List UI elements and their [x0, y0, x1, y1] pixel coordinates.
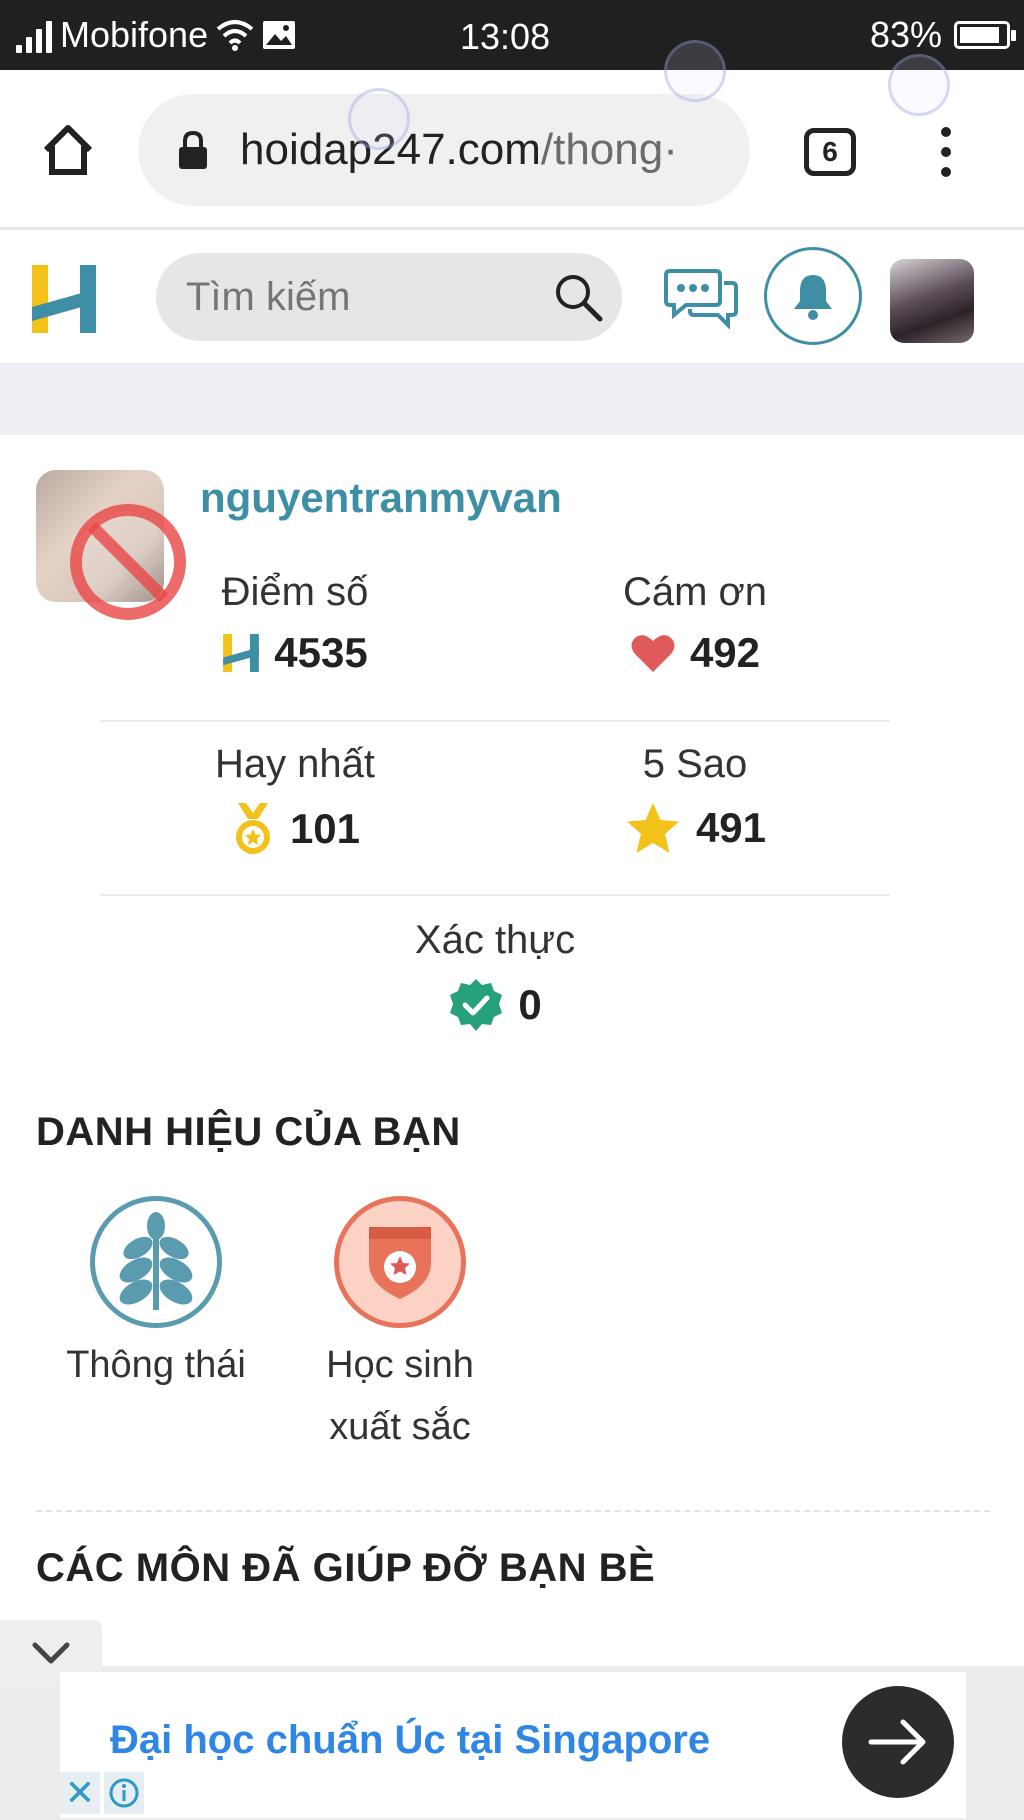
ad-text[interactable]: Đại học chuẩn Úc tại Singapore [110, 1718, 710, 1763]
more-options-icon[interactable] [928, 124, 964, 180]
stat-value: 4535 [274, 629, 368, 676]
verified-badge-icon [450, 979, 503, 1031]
shield-star-icon [334, 1196, 466, 1328]
info-icon[interactable] [104, 1772, 144, 1814]
badge-name: Học sinh xuất sắc [290, 1334, 510, 1458]
user-avatar[interactable] [890, 259, 974, 343]
divider [100, 894, 890, 896]
badge-name-line1: Học sinh [326, 1344, 474, 1386]
stat-value: 101 [289, 805, 361, 852]
status-bar: Mobifone 13:08 83% [0, 0, 1024, 70]
chevron-down-icon [32, 1642, 70, 1664]
touch-indicator [888, 54, 950, 116]
page-background [0, 363, 1024, 435]
stat-best-answers: Hay nhất 101 [170, 742, 420, 862]
wheat-icon [90, 1196, 222, 1328]
ad-cta-button[interactable] [842, 1686, 954, 1798]
subjects-heading: CÁC MÔN ĐÃ GIÚP ĐỠ BẠN BÈ [36, 1546, 656, 1590]
hoidap-logo-icon [223, 634, 260, 672]
bell-icon [794, 275, 832, 320]
titles-heading: DANH HIỆU CỦA BẠN [36, 1110, 461, 1154]
stat-points: Điểm số 4535 [170, 570, 420, 679]
stat-label: 5 Sao [642, 742, 748, 786]
touch-indicator [664, 40, 726, 102]
carrier-name: Mobifone [60, 14, 209, 55]
close-ad-icon[interactable]: ✕ [60, 1772, 100, 1814]
stat-value-group: 4535 [222, 629, 368, 677]
stat-label: Xác thực [414, 918, 576, 962]
stat-label: Cám ơn [622, 570, 768, 614]
site-header [0, 233, 1024, 363]
section-divider [36, 1510, 990, 1512]
stat-verified: Xác thực 0 [370, 918, 620, 1038]
browser-toolbar: hoidap247.com/thong· 6 [0, 70, 1024, 230]
stat-thanks: Cám ơn 492 [570, 570, 820, 679]
stat-value: 492 [689, 629, 761, 676]
url-path: /thong· [540, 125, 678, 174]
hoidap247-logo[interactable] [30, 263, 98, 335]
carrier-group: Mobifone [16, 14, 296, 56]
home-icon[interactable] [40, 122, 96, 178]
stat-value: 491 [695, 804, 767, 851]
star-icon [626, 803, 679, 853]
battery-icon [954, 21, 1016, 49]
touch-indicator [348, 88, 410, 150]
medal-icon [235, 803, 270, 854]
stat-label: Điểm số [221, 570, 369, 614]
badge-name-line2: xuất sắc [329, 1406, 471, 1448]
badge-name: Thông thái [66, 1344, 246, 1386]
heart-icon [631, 635, 675, 672]
stat-value-group: 0 [448, 977, 542, 1033]
lock-icon [179, 131, 207, 169]
image-notification-icon [263, 21, 296, 49]
battery-group: 83% [869, 14, 1016, 56]
tab-switcher-button[interactable]: 6 [804, 128, 856, 176]
stat-value-group: 491 [624, 801, 766, 855]
stat-value-group: 492 [630, 629, 760, 677]
search-icon[interactable] [552, 271, 604, 323]
wifi-icon [216, 20, 254, 51]
profile-username[interactable]: nguyentranmyvan [200, 474, 562, 522]
badge-thong-thai[interactable]: Thông thái [46, 1196, 266, 1396]
notification-button[interactable] [764, 247, 862, 345]
badge-hoc-sinh-xuat-sac[interactable]: Học sinh xuất sắc [290, 1196, 510, 1458]
address-bar[interactable]: hoidap247.com/thong· [138, 94, 750, 206]
clock: 13:08 [460, 16, 551, 57]
stat-five-star: 5 Sao 491 [570, 742, 820, 860]
stat-value-group: 101 [230, 801, 360, 857]
stat-value: 0 [518, 981, 542, 1028]
stat-label: Hay nhất [214, 742, 376, 786]
battery-percent: 83% [869, 14, 942, 55]
signal-icon [16, 17, 52, 53]
divider [100, 720, 890, 722]
chat-icon[interactable] [664, 265, 738, 329]
arrow-right-icon [868, 1719, 926, 1765]
